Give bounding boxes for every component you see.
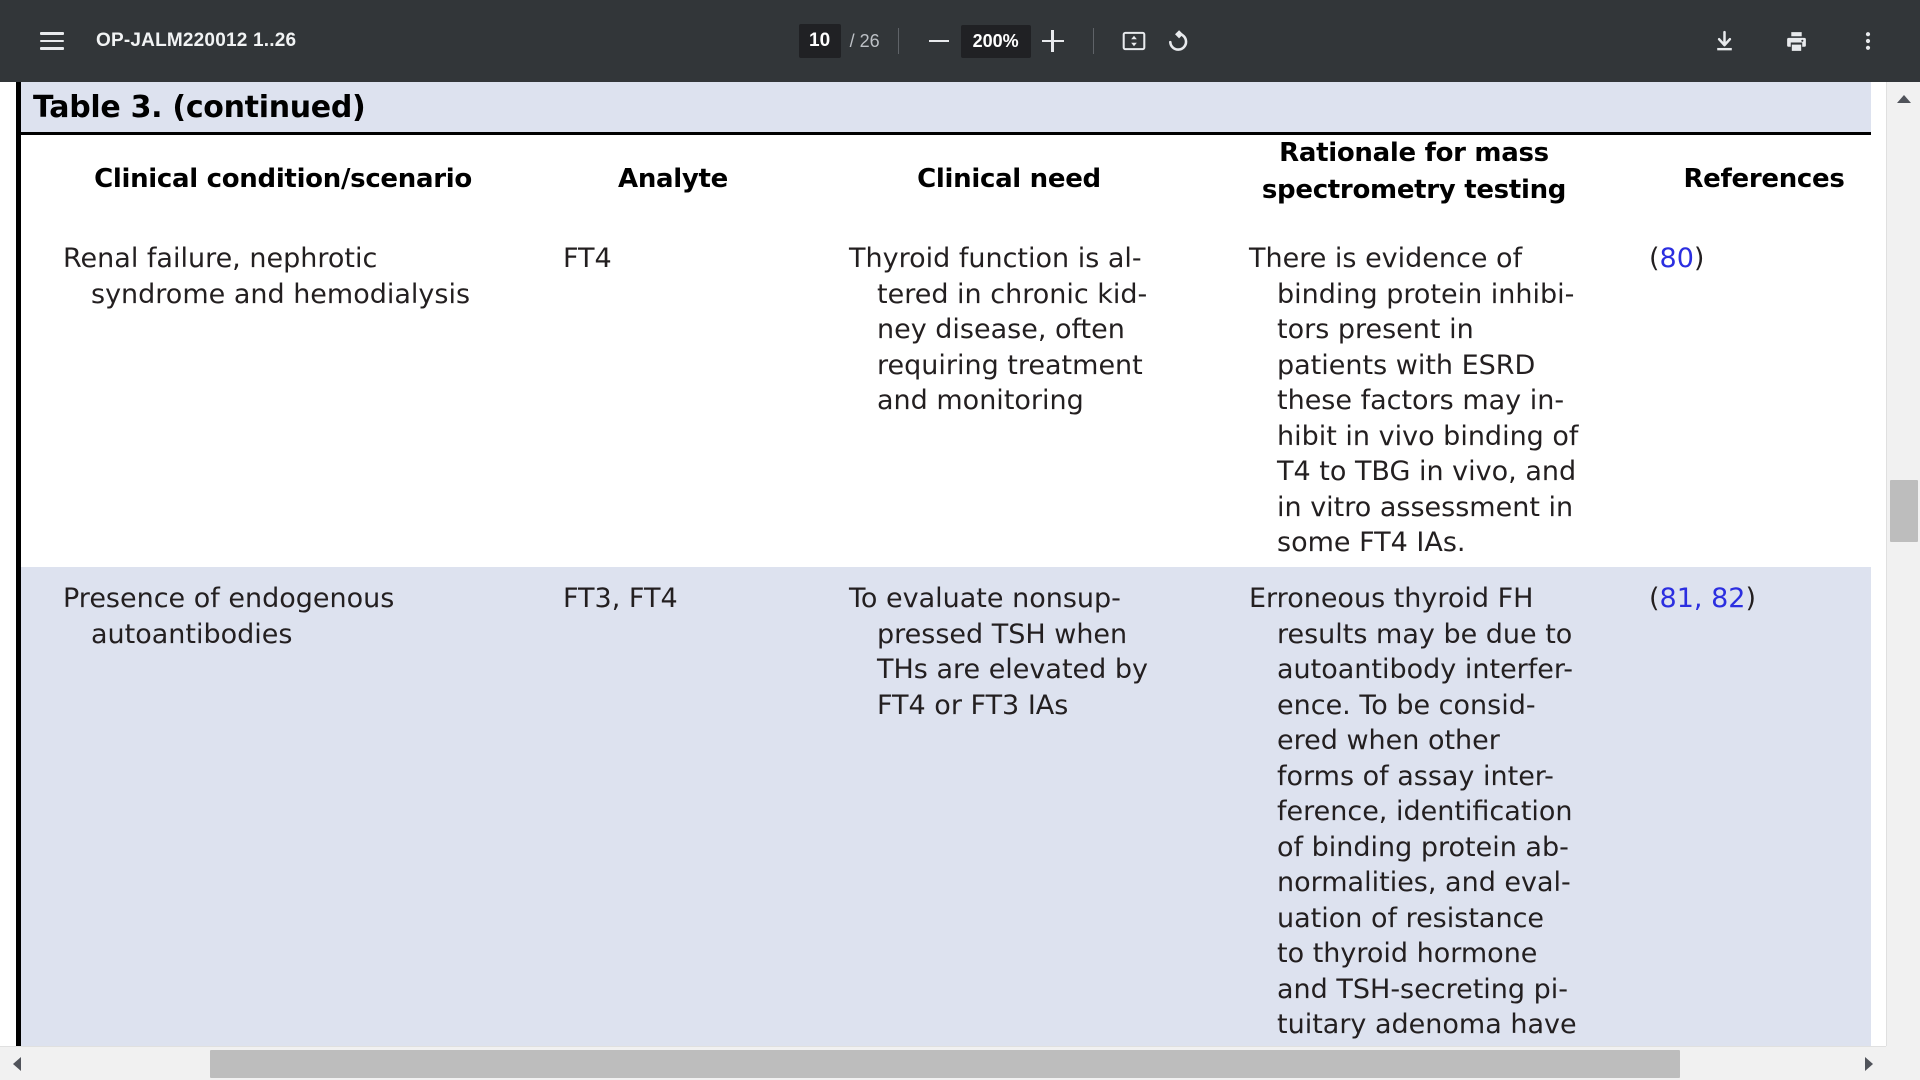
rotate-button[interactable] — [1156, 19, 1200, 63]
toolbar-divider-1 — [897, 28, 899, 54]
cell-clinical-condition: Presence of endogenous autoantibodies — [63, 583, 395, 650]
toolbar-divider-2 — [1092, 28, 1094, 54]
table-row: Presence of endogenous autoantibodies FT… — [16, 567, 1871, 1080]
print-button[interactable] — [1774, 19, 1818, 63]
zoom-level-display[interactable]: 200% — [960, 24, 1031, 58]
page-number-input[interactable] — [798, 24, 841, 58]
table-caption-label: Table 3. — [33, 89, 163, 125]
download-button[interactable] — [1702, 19, 1746, 63]
more-options-button[interactable] — [1846, 19, 1890, 63]
table-row: Renal failure, nephrotic syndrome and he… — [16, 227, 1871, 567]
cell-clinical-condition: Renal failure, nephrotic syndrome and he… — [63, 243, 471, 310]
scroll-right-arrow-icon — [1865, 1057, 1873, 1071]
rotate-counterclockwise-icon — [1169, 29, 1188, 51]
table-caption-band: Table 3. (continued) — [16, 82, 1871, 135]
cell-clinical-need: To evaluate nonsup- pressed TSH when THs… — [849, 583, 1148, 721]
references-close-paren: ) — [1745, 583, 1756, 614]
plus-icon — [1041, 30, 1064, 52]
pdf-page-sheet: Table 3. (continued) Clinical condition/… — [16, 82, 1871, 1080]
horizontal-scrollbar[interactable] — [0, 1046, 1886, 1080]
vertical-scrollbar[interactable] — [1886, 82, 1920, 1080]
reference-link[interactable]: 80 — [1660, 243, 1694, 274]
cell-analyte: FT4 — [563, 243, 612, 274]
zoom-in-button[interactable] — [1031, 19, 1075, 63]
table-caption-suffix: (continued) — [162, 89, 366, 125]
menu-bar-1 — [40, 32, 64, 35]
toolbar-center-group: / 26 200% — [296, 19, 1702, 63]
vertical-scrollbar-thumb[interactable] — [1890, 480, 1918, 542]
toolbar-right-group — [1702, 19, 1920, 63]
zoom-out-button[interactable] — [917, 19, 961, 63]
column-header-clinical-condition: Clinical condition/scenario — [94, 164, 472, 194]
references-open-paren: ( — [1649, 583, 1660, 614]
table-caption-text: Table 3. (continued) — [21, 89, 366, 125]
pdf-viewer-toolbar: OP-JALM220012 1..26 / 26 200% — [0, 0, 1920, 82]
scroll-right-button[interactable] — [1852, 1047, 1886, 1080]
cell-clinical-need: Thyroid function is al- tered in chronic… — [849, 243, 1148, 416]
fit-to-page-button[interactable] — [1112, 19, 1156, 63]
cell-rationale: Erroneous thyroid FH results may be due … — [1249, 583, 1577, 1040]
cell-references: (80) — [1649, 241, 1879, 277]
cell-rationale: There is evidence of binding protein inh… — [1249, 243, 1579, 558]
pdf-page-viewport[interactable]: Table 3. (continued) Clinical condition/… — [0, 82, 1920, 1080]
hamburger-menu-icon[interactable] — [30, 19, 74, 63]
print-icon — [1786, 31, 1806, 51]
more-vertical-icon — [1865, 32, 1871, 50]
cell-analyte: FT3, FT4 — [563, 583, 678, 614]
scroll-up-button[interactable] — [1887, 82, 1920, 116]
column-header-clinical-need: Clinical need — [917, 164, 1101, 194]
menu-bar-2 — [40, 39, 64, 43]
fit-to-page-icon — [1122, 31, 1145, 51]
column-header-analyte: Analyte — [618, 164, 728, 194]
download-icon — [1716, 30, 1732, 50]
toolbar-left-group: OP-JALM220012 1..26 — [0, 19, 296, 63]
menu-bar-3 — [40, 47, 64, 50]
horizontal-scrollbar-thumb[interactable] — [210, 1050, 1680, 1078]
page-total-label: / 26 — [849, 30, 880, 51]
cell-references: (81, 82) — [1649, 581, 1879, 617]
scroll-left-arrow-icon — [13, 1057, 21, 1071]
minus-icon — [928, 39, 949, 43]
document-title: OP-JALM220012 1..26 — [96, 30, 297, 51]
scroll-up-arrow-icon — [1897, 95, 1911, 103]
scroll-left-button[interactable] — [0, 1047, 34, 1080]
pdf-page-canvas: Table 3. (continued) Clinical condition/… — [0, 82, 1886, 1080]
reference-link[interactable]: 81, 82 — [1660, 583, 1746, 614]
references-close-paren: ) — [1693, 243, 1705, 274]
column-header-rationale: Rationale for mass spectrometry testing — [1261, 138, 1567, 205]
references-open-paren: ( — [1649, 243, 1660, 274]
table-header-row: Clinical condition/scenario Analyte Clin… — [16, 135, 1871, 227]
scrollbar-corner — [1886, 1046, 1920, 1080]
column-header-references: References — [1683, 164, 1845, 194]
